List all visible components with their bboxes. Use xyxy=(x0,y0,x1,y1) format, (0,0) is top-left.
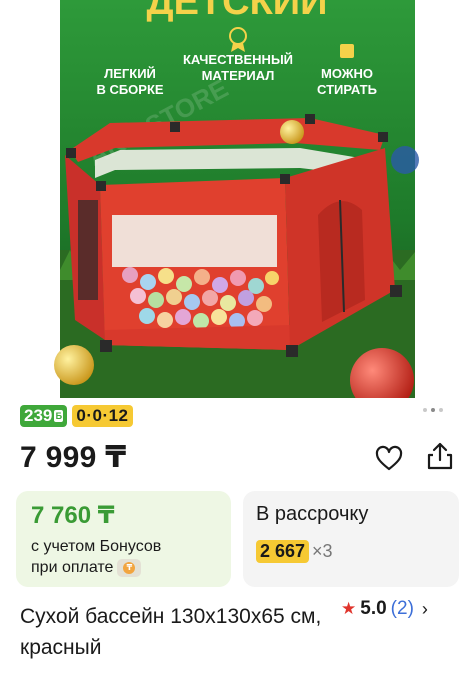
rating-value: 5.0 xyxy=(360,598,387,619)
product-price: 7 999 ₸ xyxy=(20,441,127,474)
bonus-badge: 239 Б xyxy=(20,405,68,427)
payment-method-icon: ₸ xyxy=(117,559,142,577)
feature-2-line2: МАТЕРИАЛ xyxy=(202,68,275,83)
banner-title: ДЕТСКИЙ xyxy=(147,0,328,23)
carousel-dot-active xyxy=(431,408,435,412)
installment-amount: 2 667 xyxy=(256,540,310,563)
product-title: Сухой бассейн 130х130х65 см, красный xyxy=(20,605,322,659)
badges-row: 239 Б 0·0·12 xyxy=(20,405,133,427)
installment-card[interactable]: В рассрочку 2 667 ×3 xyxy=(243,491,459,587)
washing-icon xyxy=(340,44,354,58)
bonus-note-line1: с учетом Бонусов xyxy=(31,538,162,555)
bonus-icon: Б xyxy=(54,410,64,422)
bonus-note-line2: при оплате xyxy=(31,559,114,576)
bonus-price: 7 760 ₸ xyxy=(31,502,115,529)
bonus-note-line2-row: при оплате ₸ xyxy=(31,559,231,577)
rating-link[interactable]: ★ 5.0 (2) › xyxy=(341,598,428,620)
feature-2-line1: КАЧЕСТВЕННЫЙ xyxy=(183,52,293,67)
feature-1-line2: В СБОРКЕ xyxy=(96,82,163,97)
product-image-illustration: AKB-STORE ДЕТСКИЙ ЛЕГКИЙ В СБОРКЕ КАЧЕСТ… xyxy=(54,0,419,398)
carousel-dot xyxy=(439,408,443,412)
installment-plan-badge: 0·0·12 xyxy=(72,405,133,427)
installment-multiplier: ×3 xyxy=(312,541,333,561)
chevron-right-icon: › xyxy=(421,598,428,619)
feature-3-line2: СТИРАТЬ xyxy=(317,82,377,97)
installment-title: В рассрочку xyxy=(256,503,369,525)
share-icon[interactable] xyxy=(425,441,455,471)
star-icon: ★ xyxy=(341,599,357,618)
carousel-indicator xyxy=(423,408,443,412)
carousel-dot xyxy=(423,408,427,412)
installment-amount-row: 2 667 ×3 xyxy=(256,540,459,563)
favorite-heart-icon[interactable] xyxy=(374,444,404,474)
bonus-badge-value: 239 xyxy=(24,406,53,425)
reviews-count: (2) xyxy=(390,598,414,619)
bonus-price-card[interactable]: 7 760 ₸ с учетом Бонусов при оплате ₸ xyxy=(16,491,231,587)
product-image[interactable]: AKB-STORE ДЕТСКИЙ ЛЕГКИЙ В СБОРКЕ КАЧЕСТ… xyxy=(0,0,475,398)
feature-1-line1: ЛЕГКИЙ xyxy=(104,66,156,81)
feature-3-line1: МОЖНО xyxy=(321,66,373,81)
